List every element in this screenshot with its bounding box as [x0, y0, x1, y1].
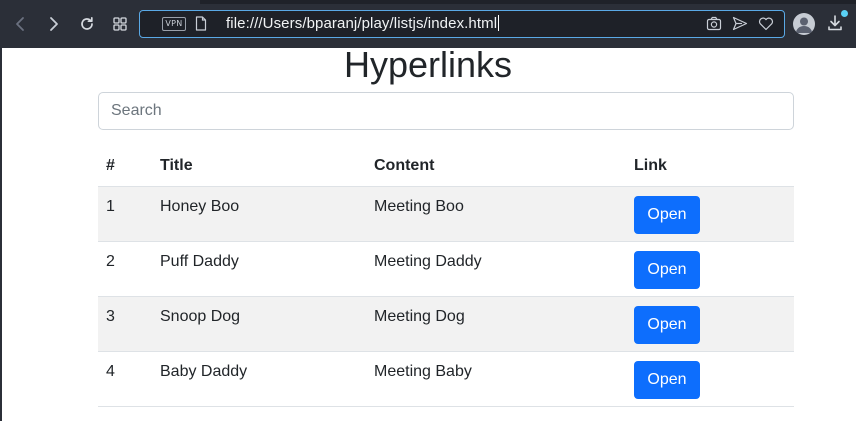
- heart-icon[interactable]: [758, 16, 774, 36]
- send-icon[interactable]: [732, 16, 748, 36]
- vpn-badge[interactable]: VPN: [162, 17, 186, 31]
- row-link-cell: Open: [626, 296, 794, 352]
- table-row: 2 Puff Daddy Meeting Daddy Open: [98, 241, 794, 297]
- row-number: 2: [98, 241, 152, 297]
- row-content: Meeting Baby: [366, 351, 626, 407]
- row-link-cell: Open: [626, 186, 794, 242]
- column-header-number: #: [98, 146, 152, 187]
- profile-icon[interactable]: [793, 13, 815, 35]
- url-value: file:///Users/bparanj/play/listjs/index.…: [226, 15, 498, 32]
- column-header-title: Title: [152, 146, 366, 187]
- forward-icon[interactable]: [43, 13, 65, 35]
- page-content: Hyperlinks # Title Content Link 1 Honey …: [0, 44, 856, 421]
- browser-toolbar: VPN file:///Users/bparanj/play/listjs/in…: [0, 0, 856, 48]
- file-icon: [195, 16, 207, 36]
- text-caret: [498, 15, 500, 31]
- row-title: Honey Boo: [152, 186, 366, 242]
- row-link-cell: Open: [626, 241, 794, 297]
- table-row: 3 Snoop Dog Meeting Dog Open: [98, 296, 794, 352]
- row-number: 4: [98, 351, 152, 407]
- tabs-grid-icon[interactable]: [109, 13, 131, 35]
- row-title: Snoop Dog: [152, 296, 366, 352]
- table-header: # Title Content Link: [98, 146, 794, 187]
- hyperlinks-table: # Title Content Link 1 Honey Boo Meeting…: [98, 146, 794, 407]
- row-content: Meeting Dog: [366, 296, 626, 352]
- row-link-cell: Open: [626, 351, 794, 407]
- window-left-edge: [0, 48, 2, 421]
- row-title: Baby Daddy: [152, 351, 366, 407]
- back-icon[interactable]: [9, 13, 31, 35]
- search-input[interactable]: [98, 92, 794, 130]
- tab-strip-edge: [200, 0, 856, 4]
- row-content: Meeting Boo: [366, 186, 626, 242]
- open-button[interactable]: Open: [634, 360, 700, 399]
- url-text[interactable]: file:///Users/bparanj/play/listjs/index.…: [226, 15, 500, 33]
- column-header-content: Content: [366, 146, 626, 187]
- reload-icon[interactable]: [76, 13, 98, 35]
- download-indicator-dot: [841, 10, 848, 17]
- row-title: Puff Daddy: [152, 241, 366, 297]
- row-number: 3: [98, 296, 152, 352]
- address-bar[interactable]: VPN file:///Users/bparanj/play/listjs/in…: [139, 10, 785, 38]
- column-header-link: Link: [626, 146, 794, 187]
- table-row: 1 Honey Boo Meeting Boo Open: [98, 186, 794, 242]
- open-button[interactable]: Open: [634, 305, 700, 344]
- open-button[interactable]: Open: [634, 195, 700, 234]
- row-number: 1: [98, 186, 152, 242]
- row-content: Meeting Daddy: [366, 241, 626, 297]
- page-title: Hyperlinks: [343, 44, 513, 85]
- camera-icon[interactable]: [706, 16, 722, 36]
- download-icon[interactable]: [827, 14, 843, 37]
- open-button[interactable]: Open: [634, 250, 700, 289]
- table-row: 4 Baby Daddy Meeting Baby Open: [98, 351, 794, 407]
